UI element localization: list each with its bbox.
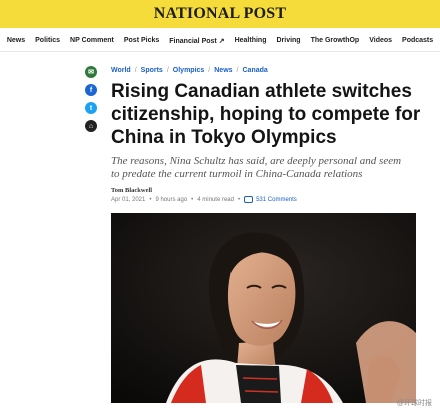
meta-dot: • bbox=[191, 196, 194, 203]
breadcrumb-sports[interactable]: Sports bbox=[141, 67, 163, 74]
nav-item-driving[interactable]: Driving bbox=[276, 37, 300, 44]
national-post-logo[interactable]: NATIONAL POST bbox=[154, 5, 287, 23]
comments-count: 531 Comments bbox=[256, 196, 297, 203]
screenshot-frame: NATIONAL POST News Politics NP Comment P… bbox=[0, 0, 440, 414]
author-byline[interactable]: Tom Blackwell bbox=[111, 187, 152, 194]
external-link-icon: ↗ bbox=[218, 37, 225, 45]
twitter-icon[interactable]: t bbox=[85, 102, 97, 114]
nav-item-growthop[interactable]: The GrowthOp bbox=[311, 37, 360, 44]
article-dek: The reasons, Nina Schultz has said, are … bbox=[111, 155, 402, 180]
share-rail: ✉ f t ⌂ bbox=[85, 66, 97, 132]
comment-icon bbox=[244, 196, 254, 203]
nav-item-podcasts[interactable]: Podcasts bbox=[402, 37, 433, 44]
breadcrumb-separator: / bbox=[236, 67, 239, 74]
breadcrumb-news[interactable]: News bbox=[214, 67, 232, 74]
article-headline: Rising Canadian athlete switches citizen… bbox=[111, 81, 421, 148]
comments-link[interactable]: 531 Comments bbox=[244, 196, 297, 203]
nav-item-financial-post[interactable]: Financial Post ↗ bbox=[169, 37, 224, 45]
time-ago: 9 hours ago bbox=[155, 196, 188, 203]
facebook-icon[interactable]: f bbox=[85, 84, 97, 96]
bookmark-icon[interactable]: ⌂ bbox=[85, 120, 97, 132]
breadcrumb-world[interactable]: World bbox=[111, 67, 131, 74]
nav-item-news[interactable]: News bbox=[7, 37, 25, 44]
breadcrumb-olympics[interactable]: Olympics bbox=[173, 67, 205, 74]
read-time: 4 minute read bbox=[197, 196, 234, 203]
nav-item-post-picks[interactable]: Post Picks bbox=[124, 37, 159, 44]
breadcrumb-canada[interactable]: Canada bbox=[243, 67, 268, 74]
breadcrumb-separator: / bbox=[134, 67, 137, 74]
nav-item-videos[interactable]: Videos bbox=[369, 37, 392, 44]
article-photo bbox=[111, 213, 416, 403]
masthead: NATIONAL POST bbox=[0, 0, 440, 28]
breadcrumb-separator: / bbox=[166, 67, 169, 74]
source-watermark: @环球时报 bbox=[396, 400, 432, 407]
publish-date: Apr 01, 2021 bbox=[111, 196, 146, 203]
breadcrumb: World / Sports / Olympics / News / Canad… bbox=[111, 67, 268, 74]
athlete-photo-illustration bbox=[111, 213, 416, 403]
meta-dot: • bbox=[149, 196, 152, 203]
nav-item-healthing[interactable]: Healthing bbox=[235, 37, 267, 44]
article-meta: Apr 01, 2021 • 9 hours ago • 4 minute re… bbox=[111, 196, 297, 203]
meta-dot: • bbox=[237, 196, 241, 203]
email-icon[interactable]: ✉ bbox=[85, 66, 97, 78]
main-nav: News Politics NP Comment Post Picks Fina… bbox=[0, 30, 440, 52]
breadcrumb-separator: / bbox=[208, 67, 211, 74]
nav-item-np-comment[interactable]: NP Comment bbox=[70, 37, 114, 44]
nav-item-politics[interactable]: Politics bbox=[35, 37, 60, 44]
nav-item-financial-post-label: Financial Post bbox=[169, 37, 217, 45]
